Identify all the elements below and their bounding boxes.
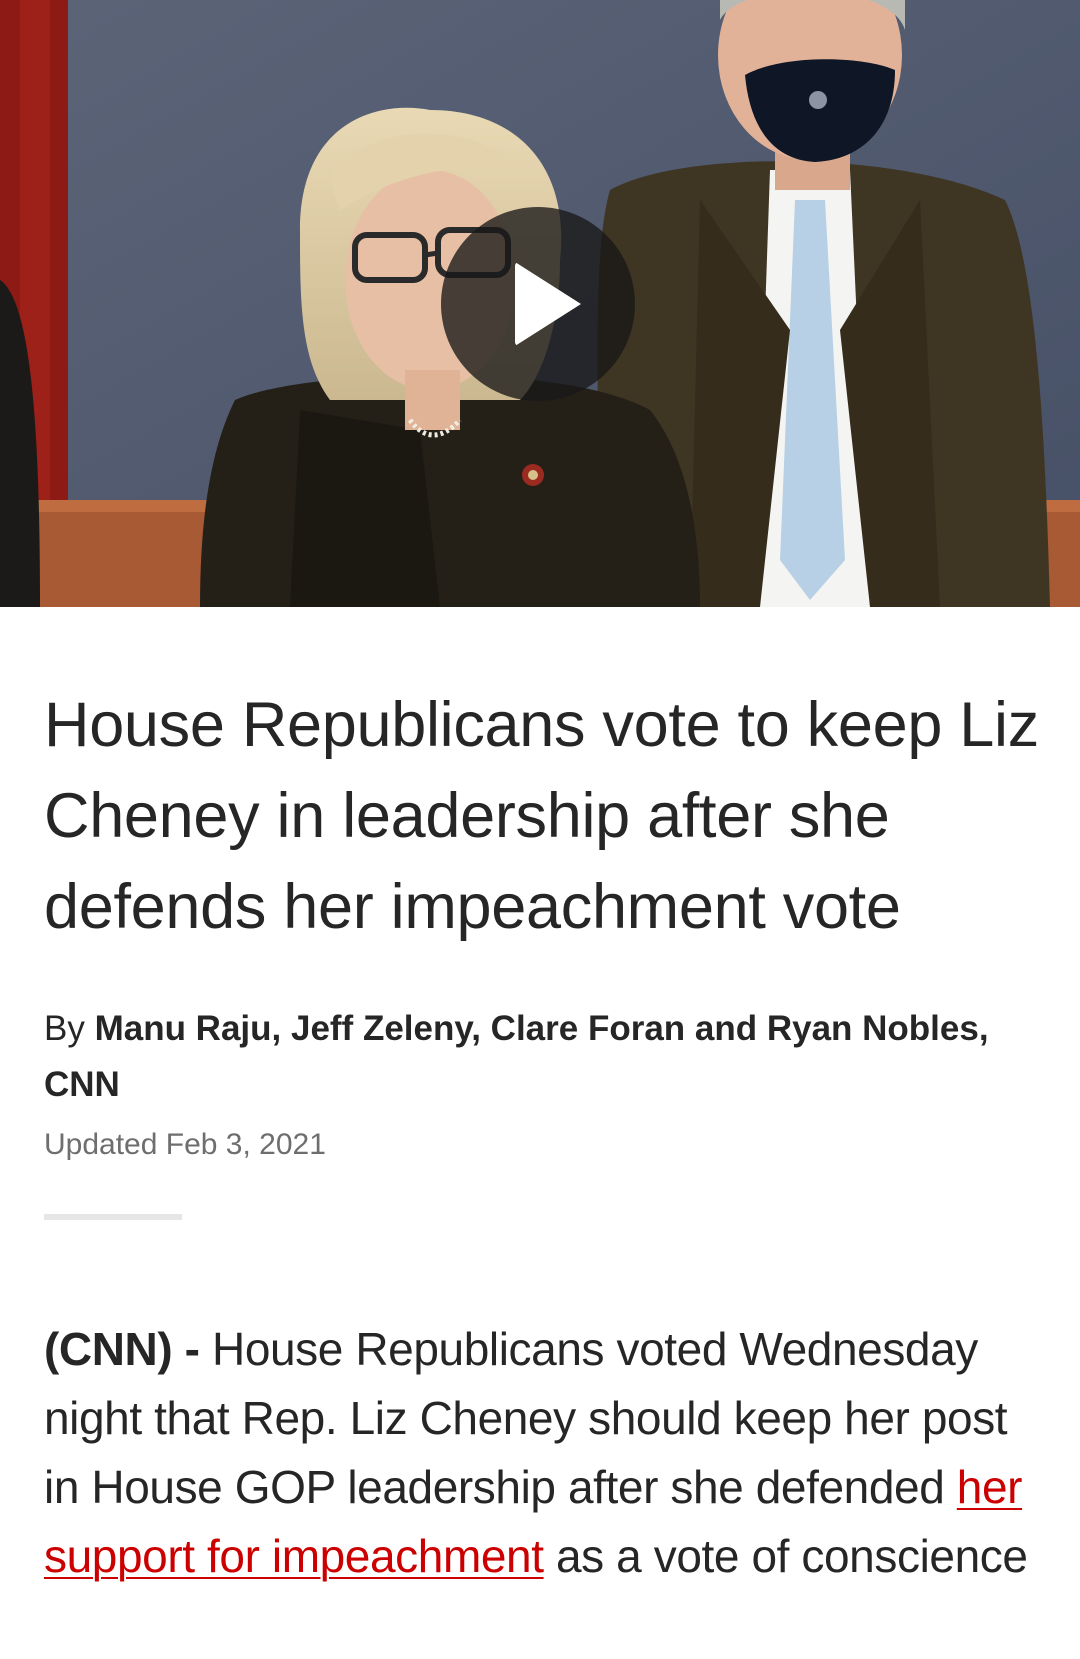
header-divider — [44, 1214, 182, 1220]
article-page: House Republicans vote to keep Liz Chene… — [0, 0, 1080, 1659]
updated-timestamp: Updated Feb 3, 2021 — [44, 1125, 326, 1165]
video-player[interactable] — [0, 0, 1080, 607]
play-button[interactable] — [441, 207, 635, 401]
byline: By Manu Raju, Jeff Zeleny, Clare Foran a… — [44, 1001, 1044, 1113]
updated-label: Updated — [44, 1128, 158, 1161]
source-tag: (CNN) - — [44, 1323, 200, 1375]
byline-prefix: By — [44, 1009, 95, 1048]
article-headline: House Republicans vote to keep Liz Chene… — [44, 690, 1039, 942]
updated-date: Feb 3, 2021 — [165, 1128, 326, 1161]
paragraph-text-after-link: as a vote of conscience — [556, 1530, 1028, 1582]
article-paragraph: (CNN) - House Republicans voted Wednesda… — [44, 1315, 1054, 1591]
play-icon — [515, 262, 581, 346]
byline-authors[interactable]: Manu Raju, Jeff Zeleny, Clare Foran and … — [44, 1009, 989, 1104]
